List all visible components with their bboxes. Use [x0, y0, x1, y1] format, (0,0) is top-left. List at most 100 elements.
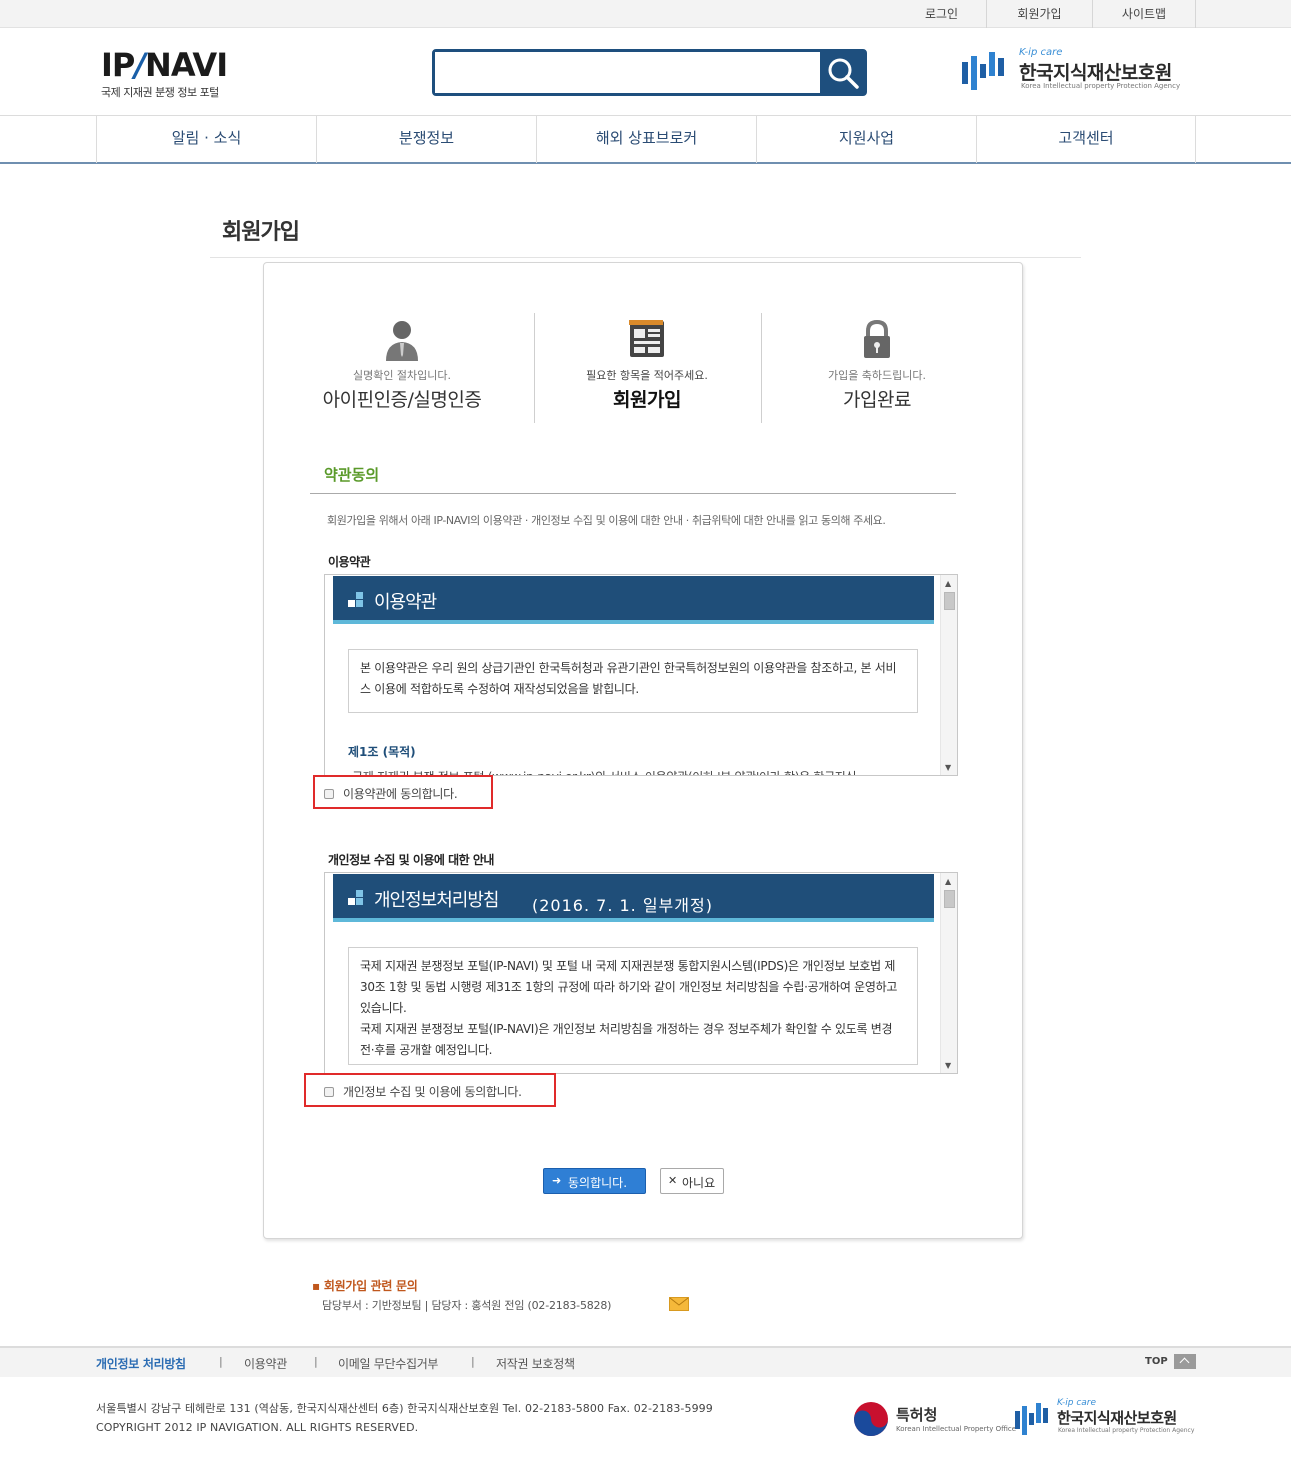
agree-button-label: 동의합니다. — [568, 1176, 628, 1190]
kipa-footer-logo[interactable]: K-ip care 한국지식재산보호원 Korea Intellectual p… — [1014, 1398, 1204, 1438]
footer-copyright-policy-link[interactable]: 저작권 보호정책 — [496, 1355, 575, 1372]
terms-notice: 본 이용약관은 우리 원의 상급기관인 한국특허청과 유관기관인 한국특허정보원… — [348, 649, 918, 713]
section-title: 약관동의 — [324, 466, 380, 484]
nav-support[interactable]: 지원사업 — [756, 116, 976, 163]
kipa-logo[interactable]: K-ip care 한국지식재산보호원 Korea Intellectual p… — [961, 47, 1201, 93]
terms-banner-title: 이용약관 — [374, 592, 437, 613]
signup-link[interactable]: 회원가입 — [987, 0, 1093, 28]
terms-agree-checkbox[interactable] — [324, 789, 334, 799]
separator: | — [219, 1355, 223, 1368]
kipa-footer-english: Korea Intellectual property Protection A… — [1058, 1427, 1195, 1434]
person-icon — [386, 321, 418, 361]
utility-bar: 로그인 회원가입 사이트맵 — [0, 0, 1291, 28]
step-signup-title: 회원가입 — [613, 389, 681, 411]
scroll-up-icon[interactable]: ▲ — [945, 579, 951, 588]
step-divider — [534, 313, 535, 423]
footer-links: 개인정보 처리방침 | 이용약관 | 이메일 무단수집거부 | 저작권 보호정책… — [0, 1346, 1291, 1377]
step-complete-sub: 가입을 축하드립니다. — [827, 369, 927, 382]
top-label[interactable]: TOP — [1145, 1356, 1168, 1367]
logo-subtitle: 국제 지재권 분쟁 정보 포털 — [101, 86, 219, 99]
nav-customer-center[interactable]: 고객센터 — [976, 116, 1196, 163]
taegeuk-icon — [854, 1402, 888, 1436]
privacy-agree-checkbox-row[interactable]: 개인정보 수집 및 이용에 동의합니다. — [304, 1073, 556, 1107]
contact-title: ▪ 회원가입 관련 문의 — [312, 1279, 418, 1293]
page-title: 회원가입 — [222, 220, 300, 245]
scroll-down-icon[interactable]: ▼ — [945, 1061, 951, 1070]
privacy-scroll-box[interactable]: 개인정보처리방침 (2016. 7. 1. 일부개정) 국제 지재권 분쟁정보 … — [324, 872, 958, 1074]
terms-banner: 이용약관 — [333, 576, 934, 624]
kipa-bars-icon — [1015, 1403, 1048, 1435]
copyright-line: COPYRIGHT 2012 IP NAVIGATION. ALL RIGHTS… — [96, 1421, 419, 1434]
step-complete-title: 가입완료 — [843, 389, 911, 411]
privacy-label: 개인정보 수집 및 이용에 대한 안내 — [328, 853, 494, 867]
privacy-banner-title: 개인정보처리방침 — [374, 890, 499, 911]
disagree-button-label: 아니요 — [682, 1176, 716, 1190]
section-description: 회원가입을 위해서 아래 IP-NAVI의 이용약관 · 개인정보 수집 및 이… — [327, 514, 886, 527]
terms-article-title: 제1조 (목적) — [348, 745, 416, 759]
blocks-icon — [348, 592, 363, 607]
search-box — [432, 49, 867, 96]
scroll-down-icon[interactable]: ▼ — [945, 763, 951, 772]
terms-label: 이용약관 — [328, 555, 371, 569]
search-input[interactable] — [435, 52, 823, 93]
privacy-agree-label[interactable]: 개인정보 수집 및 이용에 동의합니다. — [343, 1083, 522, 1100]
kipo-english: Korean Intellectual Property Office — [896, 1425, 1017, 1433]
kipa-english: Korea Intellectual property Protection A… — [1021, 82, 1181, 90]
separator: | — [471, 1355, 475, 1368]
agree-button[interactable]: ➜ 동의합니다. — [543, 1168, 646, 1194]
terms-agree-checkbox-row[interactable]: 이용약관에 동의합니다. — [313, 775, 493, 809]
footer-address: 서울특별시 강남구 테헤란로 131 (역삼동, 한국지식재산센터 6층) 한국… — [96, 1399, 713, 1437]
scroll-thumb[interactable] — [944, 890, 955, 908]
arrow-right-icon: ➜ — [552, 1174, 562, 1187]
mail-icon[interactable] — [669, 1297, 689, 1311]
nav-trademark-broker[interactable]: 해외 상표브로커 — [536, 116, 756, 163]
nav-dispute-info[interactable]: 분쟁정보 — [316, 116, 536, 163]
sitemap-link[interactable]: 사이트맵 — [1093, 0, 1196, 28]
privacy-banner-date: (2016. 7. 1. 일부개정) — [532, 896, 713, 915]
kipa-name: 한국지식재산보호원 — [1019, 62, 1172, 84]
footer-email-refusal-link[interactable]: 이메일 무단수집거부 — [338, 1355, 438, 1372]
step-divider — [761, 313, 762, 423]
step-signup-sub: 필요한 항목을 적어주세요. — [586, 369, 708, 382]
signup-panel: 실명확인 절차입니다. 아이핀인증/실명인증 필요한 항목을 적어주세요. 회원… — [263, 262, 1023, 1239]
address-line: 서울특별시 강남구 테헤란로 131 (역삼동, 한국지식재산센터 6층) 한국… — [96, 1402, 713, 1415]
disagree-button[interactable]: ✕ 아니요 — [660, 1168, 724, 1194]
contact-info: 담당부서 : 기반정보팀 | 담당자 : 홍석원 전임 (02-2183-582… — [322, 1299, 612, 1312]
step-signup: 필요한 항목을 적어주세요. 회원가입 — [572, 311, 722, 423]
kipa-bars-icon — [962, 52, 1004, 90]
step-complete: 가입을 축하드립니다. 가입완료 — [802, 311, 952, 423]
form-document-icon — [629, 320, 664, 357]
scroll-up-icon[interactable]: ▲ — [945, 877, 951, 886]
ip-navi-logo[interactable]: IP/NAVI 국제 지재권 분쟁 정보 포털 — [101, 49, 251, 101]
privacy-scrollbar[interactable]: ▲ ▼ — [940, 873, 957, 1073]
search-button[interactable] — [820, 51, 865, 94]
main-navigation: 알림 · 소식 분쟁정보 해외 상표브로커 지원사업 고객센터 — [0, 115, 1291, 164]
footer-privacy-policy-link[interactable]: 개인정보 처리방침 — [96, 1355, 186, 1372]
kipo-name: 특허청 — [896, 1406, 938, 1424]
privacy-agree-checkbox[interactable] — [324, 1087, 334, 1097]
login-link[interactable]: 로그인 — [897, 0, 987, 28]
kipa-kcare: K-ip care — [1019, 47, 1063, 58]
bullet-icon: ▪ — [312, 1279, 320, 1293]
blocks-icon — [348, 890, 363, 905]
privacy-notice: 국제 지재권 분쟁정보 포털(IP-NAVI) 및 포털 내 국제 지재권분쟁 … — [348, 947, 918, 1065]
section-divider — [310, 493, 956, 494]
kipo-footer-logo[interactable]: 특허청 Korean Intellectual Property Office — [852, 1400, 1016, 1438]
terms-scrollbar[interactable]: ▲ ▼ — [940, 575, 957, 775]
scroll-thumb[interactable] — [944, 592, 955, 610]
scroll-top-icon[interactable] — [1174, 1354, 1196, 1369]
terms-scroll-box[interactable]: 이용약관 본 이용약관은 우리 원의 상급기관인 한국특허청과 유관기관인 한국… — [324, 574, 958, 776]
privacy-banner: 개인정보처리방침 (2016. 7. 1. 일부개정) — [333, 874, 934, 922]
step-identity-title: 아이핀인증/실명인증 — [322, 389, 482, 411]
lock-icon — [864, 319, 890, 358]
search-icon — [828, 58, 859, 89]
logo-wordmark: IP/NAVI — [101, 46, 228, 84]
step-identity: 실명확인 절차입니다. 아이핀인증/실명인증 — [312, 311, 492, 423]
signup-steps: 실명확인 절차입니다. 아이핀인증/실명인증 필요한 항목을 적어주세요. 회원… — [312, 311, 957, 423]
title-divider — [210, 257, 1081, 258]
separator: | — [314, 1355, 318, 1368]
footer-terms-link[interactable]: 이용약관 — [244, 1355, 287, 1372]
nav-news[interactable]: 알림 · 소식 — [96, 116, 316, 163]
step-identity-sub: 실명확인 절차입니다. — [352, 369, 452, 382]
terms-agree-label[interactable]: 이용약관에 동의합니다. — [343, 785, 458, 802]
